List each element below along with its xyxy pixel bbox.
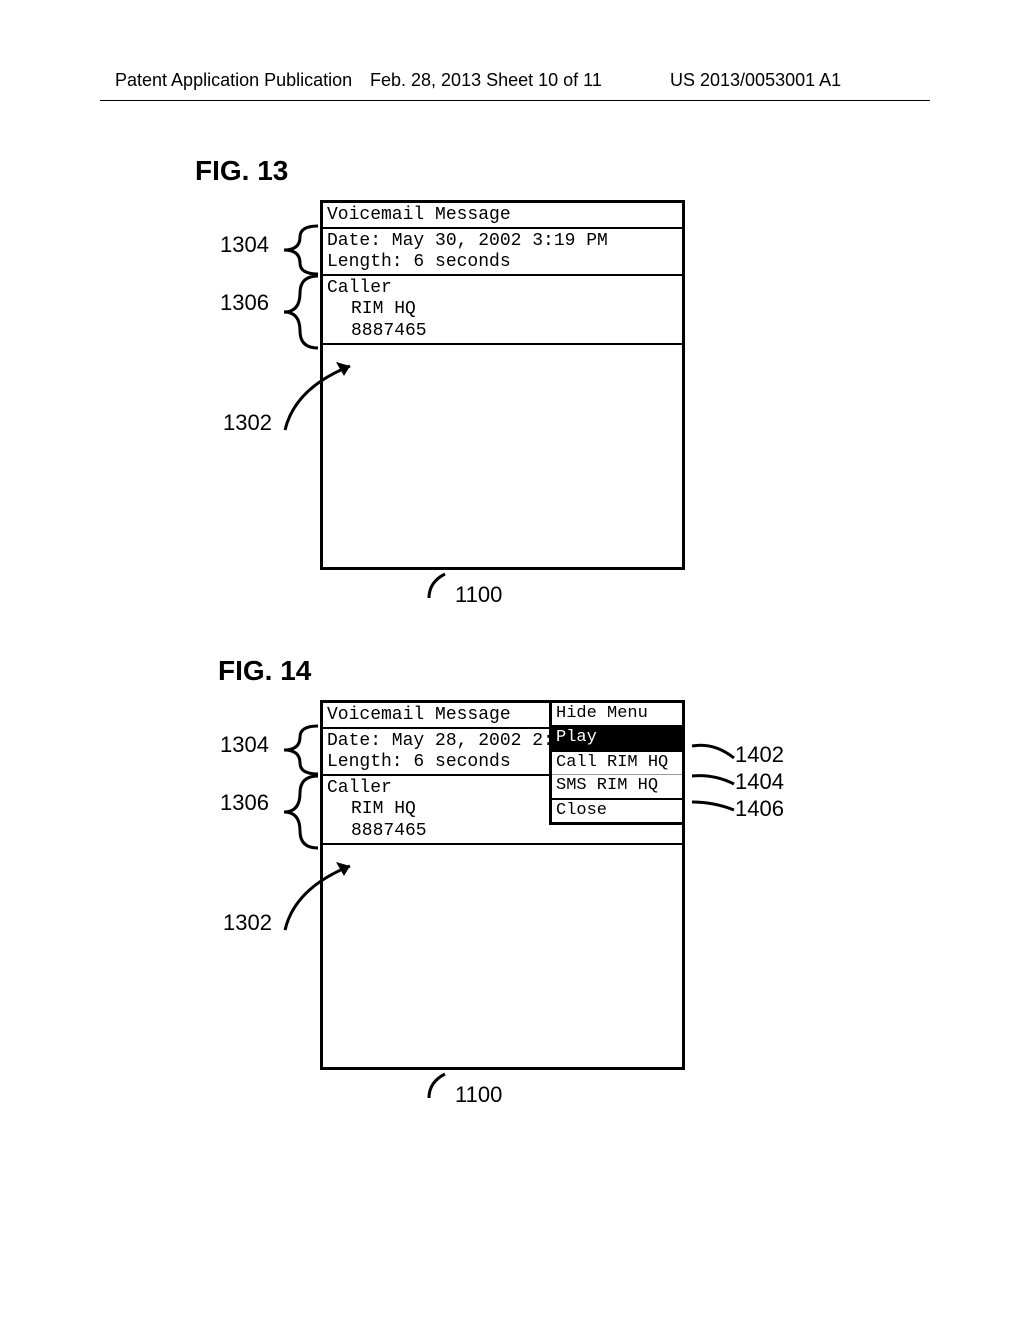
- ref-1306: 1306: [220, 790, 269, 816]
- ref-1304: 1304: [220, 732, 269, 758]
- ref-1306: 1306: [220, 290, 269, 316]
- menu-sms[interactable]: SMS RIM HQ: [552, 775, 682, 799]
- header-mid: Feb. 28, 2013 Sheet 10 of 11: [370, 70, 602, 91]
- length-line: Length: 6 seconds: [327, 752, 511, 772]
- menu-close[interactable]: Close: [552, 800, 682, 822]
- arrow-1302-icon: [280, 358, 380, 443]
- context-menu: Hide Menu Play Call RIM HQ SMS RIM HQ Cl…: [549, 700, 685, 825]
- lead-1404-icon: [690, 770, 736, 793]
- brace-1304-icon: [280, 224, 320, 281]
- voicemail-info: Date: May 30, 2002 3:19 PM Length: 6 sec…: [323, 229, 682, 276]
- menu-call[interactable]: Call RIM HQ: [552, 752, 682, 775]
- ref-1100: 1100: [455, 582, 502, 608]
- caller-name: RIM HQ: [327, 299, 678, 321]
- menu-hide[interactable]: Hide Menu: [552, 703, 682, 727]
- figure-14-label: FIG. 14: [218, 655, 311, 687]
- ref-1302: 1302: [223, 410, 272, 436]
- date-line: Date: May 28, 2002 2:2: [327, 731, 565, 751]
- lead-1406-icon: [690, 796, 736, 819]
- figure-13-label: FIG. 13: [195, 155, 288, 187]
- hook-1100-icon: [425, 1072, 455, 1107]
- header-rule: [100, 100, 930, 101]
- caller-label: Caller: [327, 778, 392, 798]
- ref-1406: 1406: [735, 796, 784, 822]
- lead-1402-icon: [690, 740, 736, 767]
- ref-1302: 1302: [223, 910, 272, 936]
- caller-label: Caller: [327, 278, 392, 298]
- ref-1402: 1402: [735, 742, 784, 768]
- menu-play[interactable]: Play: [552, 727, 682, 751]
- length-line: Length: 6 seconds: [327, 252, 511, 272]
- arrow-1302-icon: [280, 858, 380, 943]
- brace-1304-icon: [280, 724, 320, 781]
- voicemail-title: Voicemail Message: [323, 203, 682, 229]
- header-left: Patent Application Publication: [115, 70, 352, 91]
- date-line: Date: May 30, 2002 3:19 PM: [327, 231, 608, 251]
- brace-1306-icon: [280, 774, 320, 855]
- header-right: US 2013/0053001 A1: [670, 70, 841, 91]
- caller-number: 8887465: [327, 321, 678, 343]
- caller-section: Caller RIM HQ 8887465: [323, 276, 682, 345]
- ref-1304: 1304: [220, 232, 269, 258]
- brace-1306-icon: [280, 274, 320, 355]
- ref-1404: 1404: [735, 769, 784, 795]
- hook-1100-icon: [425, 572, 455, 607]
- ref-1100: 1100: [455, 1082, 502, 1108]
